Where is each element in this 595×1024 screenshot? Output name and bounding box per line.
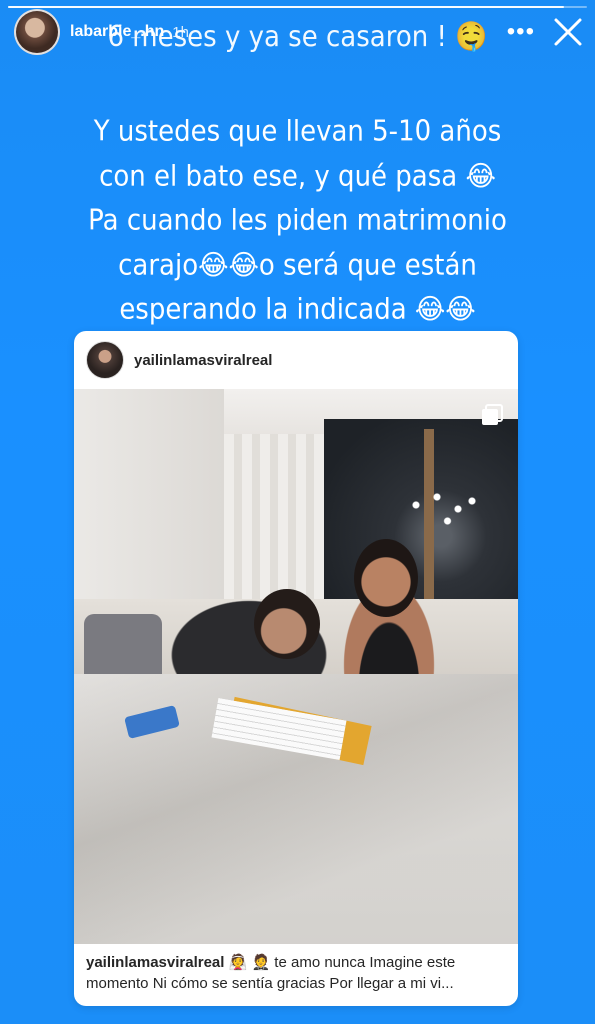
caption-line: carajo😂😂o será que están: [118, 249, 477, 282]
more-options-icon[interactable]: •••: [507, 20, 535, 44]
close-icon[interactable]: [553, 17, 583, 47]
story-time: 1h: [172, 23, 189, 41]
photo-chandelier: [409, 489, 479, 529]
post-caption-line-2: momento Ni cómo se sentía gracias Por ll…: [86, 975, 454, 992]
story-username[interactable]: labarbie_.hn: [70, 23, 164, 41]
caption-line: Pa cuando les piden matrimonio: [88, 204, 507, 238]
post-username[interactable]: yailinlamasviralreal: [134, 352, 272, 369]
carousel-icon: [480, 403, 504, 432]
photo-woman-head: [354, 539, 418, 617]
shared-post-card[interactable]: yailinlamasviralreal yailinlamasviralrea…: [74, 331, 518, 1006]
story-header: labarbie_.hn 1h •••: [14, 9, 583, 55]
story-avatar[interactable]: [14, 9, 60, 55]
photo-man-head: [254, 589, 320, 659]
caption-line: con el bato ese, y qué pasa 😂: [99, 160, 496, 193]
post-caption-line-1: yailinlamasviralreal 👰 🤵 te amo nunca Im…: [86, 952, 506, 973]
story-viewer: 6 meses y ya se casaron ! 🤤 labarbie_.hn…: [0, 0, 595, 1024]
story-progress-bar: [8, 6, 587, 8]
post-avatar[interactable]: [86, 341, 124, 379]
story-progress-fill: [8, 6, 564, 8]
post-photo[interactable]: [74, 389, 518, 944]
header-actions: •••: [507, 17, 583, 47]
story-caption: Y ustedes que llevan 5-10 años con el ba…: [0, 110, 595, 333]
post-header: yailinlamasviralreal: [74, 331, 518, 389]
post-caption: yailinlamasviralreal 👰 🤵 te amo nunca Im…: [74, 944, 518, 994]
post-caption-username[interactable]: yailinlamasviralreal: [86, 954, 224, 971]
caption-line: Y ustedes que llevan 5-10 años: [93, 115, 502, 149]
caption-line: esperando la indicada 😂😂: [119, 293, 476, 327]
post-caption-text: 👰 🤵 te amo nunca Imagine este: [228, 954, 456, 971]
